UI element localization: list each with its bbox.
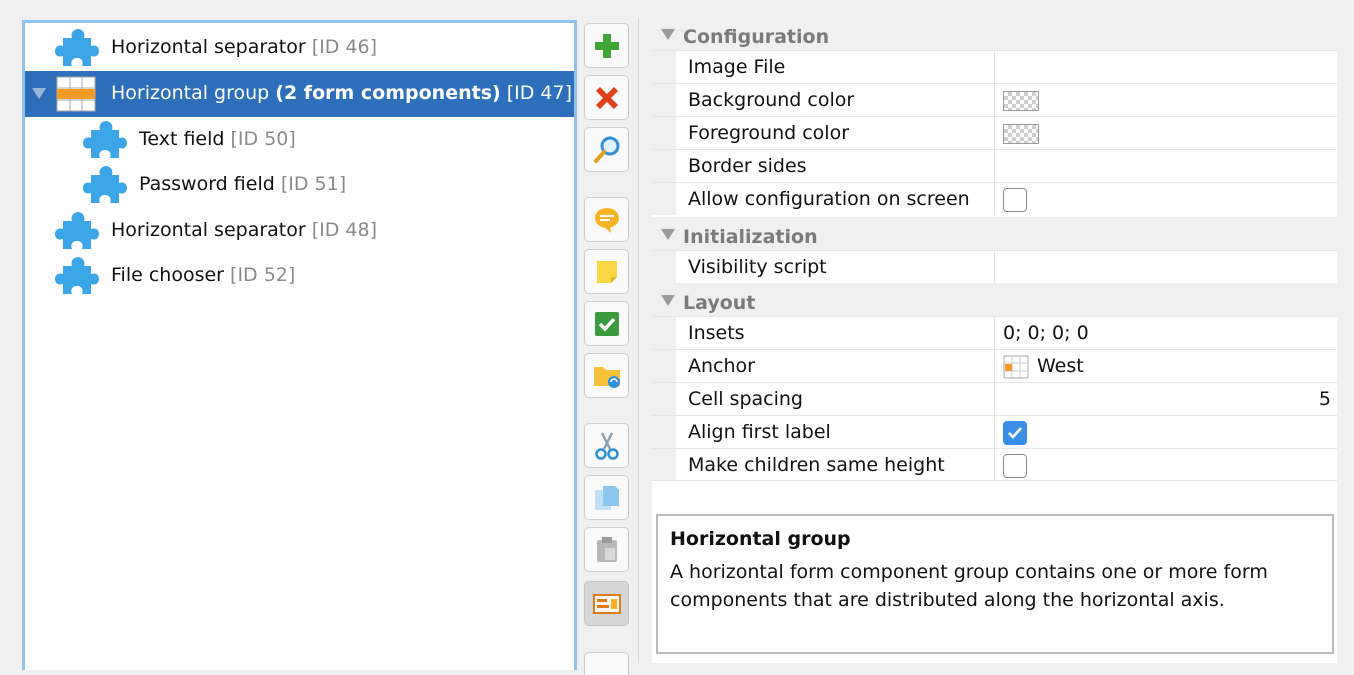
anchor-value[interactable]: West (994, 350, 1337, 382)
tree-item-file-chooser-52[interactable]: File chooser [ID 52] (25, 253, 574, 299)
visibility-script-value[interactable] (994, 251, 1337, 283)
tree-item-label: Text field [ID 50] (139, 128, 296, 150)
collapse-arrow-icon (661, 29, 675, 40)
copy-button[interactable] (584, 475, 629, 520)
section-layout[interactable]: Layout (652, 283, 1337, 316)
check-icon (594, 311, 619, 336)
form-preview-icon (592, 593, 621, 614)
splitter[interactable] (638, 18, 639, 663)
add-button[interactable] (584, 23, 629, 68)
note-icon (596, 260, 617, 283)
component-tree[interactable]: Horizontal separator [ID 46] Horizontal … (22, 20, 577, 670)
delete-icon (595, 86, 618, 109)
image-file-value[interactable] (994, 51, 1337, 83)
cut-button[interactable] (584, 423, 629, 468)
section-configuration[interactable]: Configuration (652, 18, 1337, 50)
comment-icon (594, 207, 619, 233)
prop-anchor[interactable]: Anchor West (652, 349, 1337, 382)
insets-value[interactable]: 0; 0; 0; 0 (994, 317, 1337, 349)
delete-button[interactable] (584, 75, 629, 120)
tree-item-horizontal-separator-46[interactable]: Horizontal separator [ID 46] (25, 25, 574, 71)
folder-button[interactable] (584, 353, 629, 398)
cell-spacing-value[interactable]: 5 (994, 383, 1337, 415)
add-icon (594, 33, 619, 58)
prop-visibility-script[interactable]: Visibility script (652, 250, 1337, 283)
checkmark-icon (1008, 427, 1022, 439)
prop-background-color[interactable]: Background color (652, 83, 1337, 116)
prop-cell-spacing[interactable]: Cell spacing 5 (652, 382, 1337, 415)
paste-button[interactable] (584, 527, 629, 572)
puzzle-piece-icon (55, 257, 99, 294)
border-sides-value[interactable] (994, 150, 1337, 182)
prop-image-file[interactable]: Image File (652, 50, 1337, 83)
puzzle-piece-icon (83, 121, 127, 158)
description-box: Horizontal group A horizontal form compo… (656, 514, 1334, 654)
transparent-color-swatch[interactable] (1003, 91, 1039, 111)
prop-allow-configuration[interactable]: Allow configuration on screen (652, 182, 1337, 215)
puzzle-piece-icon (55, 29, 99, 66)
tree-item-password-field-51[interactable]: Password field [ID 51] (25, 162, 574, 208)
foreground-color-value[interactable] (994, 117, 1337, 149)
form-preview-button[interactable] (584, 581, 629, 626)
align-first-label-checkbox[interactable] (1003, 421, 1027, 445)
paste-icon (596, 536, 617, 562)
prop-same-height[interactable]: Make children same height (652, 448, 1337, 481)
more-button[interactable] (584, 652, 629, 675)
anchor-west-icon (1003, 355, 1029, 379)
same-height-checkbox[interactable] (1003, 454, 1027, 478)
prop-foreground-color[interactable]: Foreground color (652, 116, 1337, 149)
allow-configuration-checkbox[interactable] (1003, 188, 1027, 212)
prop-border-sides[interactable]: Border sides (652, 149, 1337, 182)
note-button[interactable] (584, 249, 629, 294)
section-initialization[interactable]: Initialization (652, 217, 1337, 250)
transparent-color-swatch[interactable] (1003, 124, 1039, 144)
tree-item-label: Password field [ID 51] (139, 173, 347, 195)
prop-insets[interactable]: Insets 0; 0; 0; 0 (652, 316, 1337, 349)
collapse-arrow-icon (661, 295, 675, 306)
search-button[interactable] (584, 127, 629, 172)
puzzle-piece-icon (83, 166, 127, 203)
description-text: A horizontal form component group contai… (670, 561, 1268, 611)
tree-item-label: Horizontal group (2 form components) [ID… (111, 82, 573, 104)
background-color-value[interactable] (994, 84, 1337, 116)
cut-icon (594, 431, 619, 460)
tree-item-label: Horizontal separator [ID 48] (111, 219, 378, 241)
puzzle-piece-icon (55, 212, 99, 249)
horizontal-group-icon (56, 76, 96, 112)
comment-button[interactable] (584, 197, 629, 242)
collapse-arrow-icon (661, 229, 675, 240)
tree-item-text-field-50[interactable]: Text field [ID 50] (25, 117, 574, 163)
validate-button[interactable] (584, 301, 629, 346)
prop-align-first-label[interactable]: Align first label (652, 415, 1337, 448)
folder-sync-icon (593, 366, 620, 388)
copy-icon (594, 485, 619, 510)
search-icon (593, 136, 619, 163)
tree-item-label: File chooser [ID 52] (111, 264, 296, 286)
description-title: Horizontal group (670, 528, 851, 550)
tree-item-label: Horizontal separator [ID 46] (111, 36, 378, 58)
tree-item-horizontal-group-47[interactable]: Horizontal group (2 form components) [ID… (25, 71, 574, 117)
tree-item-horizontal-separator-48[interactable]: Horizontal separator [ID 48] (25, 208, 574, 254)
collapse-arrow-icon[interactable] (30, 84, 48, 102)
